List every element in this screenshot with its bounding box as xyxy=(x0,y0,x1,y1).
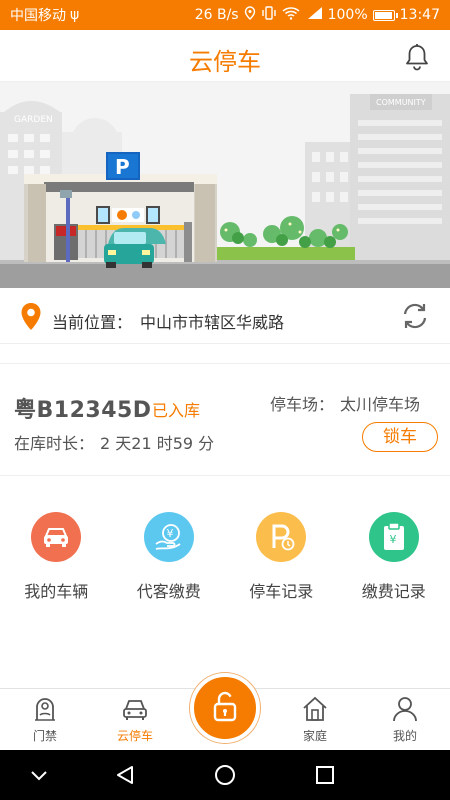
gate-icon xyxy=(31,695,59,723)
location-value: 中山市市辖区华威路 xyxy=(140,313,285,332)
refresh-icon[interactable] xyxy=(400,301,430,331)
feature-label: 停车记录 xyxy=(249,582,314,601)
feature-label: 缴费记录 xyxy=(361,582,426,601)
car-icon xyxy=(121,695,149,723)
system-nav-bar xyxy=(0,750,450,800)
clock: 13:47 xyxy=(399,7,440,23)
app-header: 云停车 xyxy=(0,30,450,82)
carrier-name: 中国移动 xyxy=(10,8,66,24)
usb-icon: ψ xyxy=(70,7,80,23)
svg-text:¥: ¥ xyxy=(166,527,173,540)
lock-car-button[interactable]: 锁车 xyxy=(362,422,438,452)
section-divider xyxy=(0,344,450,364)
parking-banner: GARDEN COMMUNITY P xyxy=(0,82,450,288)
parking-sign-text: P xyxy=(115,155,130,179)
back-icon[interactable] xyxy=(113,763,137,787)
parking-lot-label: 停车场： xyxy=(270,395,335,414)
feature-parking-records[interactable]: 停车记录 xyxy=(225,476,338,616)
duration-label: 在库时长： xyxy=(14,434,95,453)
feature-label: 我的车辆 xyxy=(24,582,89,601)
duration-value: 2 天21 时59 分 xyxy=(100,434,215,453)
car-icon xyxy=(31,512,81,562)
tab-label: 云停车 xyxy=(116,729,153,743)
cell-signal-icon xyxy=(305,6,323,24)
location-pin-icon xyxy=(20,302,42,332)
battery-icon xyxy=(372,9,398,21)
feature-valet-payment[interactable]: ¥ 代客缴费 xyxy=(113,476,226,616)
payment-record-icon: ¥ xyxy=(368,512,419,562)
tab-label: 我的 xyxy=(392,729,417,743)
license-plate: 粤B12345D xyxy=(14,398,152,423)
home-icon xyxy=(301,695,329,723)
home-circle-icon[interactable] xyxy=(213,763,237,787)
location-label: 当前位置： xyxy=(52,313,133,332)
status-bar: 中国移动 ψ 26 B/s 100% 13:47 xyxy=(0,0,450,30)
tab-cloud-parking[interactable]: 云停车 xyxy=(90,689,180,751)
page-title: 云停车 xyxy=(189,48,261,76)
recents-icon[interactable] xyxy=(313,763,337,787)
feature-my-vehicles[interactable]: 我的车辆 xyxy=(0,476,113,616)
tab-label: 门禁 xyxy=(32,729,57,743)
feature-grid: 我的车辆 ¥ 代客缴费 停车记录 ¥ 缴费记录 xyxy=(0,476,450,616)
tab-access-control[interactable]: 门禁 xyxy=(0,689,90,751)
tab-home[interactable]: 家庭 xyxy=(270,689,360,751)
unlock-icon xyxy=(210,690,240,726)
yuan-hand-icon: ¥ xyxy=(143,512,194,562)
tab-mine[interactable]: 我的 xyxy=(360,689,450,751)
location-status-icon xyxy=(244,6,256,24)
garden-text: GARDEN xyxy=(14,115,53,125)
community-text: COMMUNITY xyxy=(376,98,426,107)
parking-status-badge: 已入库 xyxy=(152,401,201,420)
vibrate-icon xyxy=(261,6,277,24)
unlock-fab-button[interactable] xyxy=(190,673,260,743)
bell-icon[interactable] xyxy=(404,43,430,71)
person-icon xyxy=(391,695,419,723)
svg-text:¥: ¥ xyxy=(389,533,396,546)
hide-keyboard-icon[interactable] xyxy=(27,763,51,787)
net-speed: 26 B/s xyxy=(194,7,239,23)
feature-label: 代客缴费 xyxy=(136,582,201,601)
car-status-card: 粤B12345D 已入库 停车场： 太川停车场 在库时长： 2 天21 时59 … xyxy=(0,364,450,476)
tab-label: 家庭 xyxy=(302,729,327,743)
parking-record-icon xyxy=(256,512,306,562)
banner-illustration: GARDEN COMMUNITY P xyxy=(0,82,450,288)
feature-payment-records[interactable]: ¥ 缴费记录 xyxy=(338,476,450,616)
wifi-icon xyxy=(282,6,300,24)
battery-percent: 100% xyxy=(327,7,368,23)
parking-lot-value: 太川停车场 xyxy=(340,395,421,414)
current-location-row: 当前位置： 中山市市辖区华威路 xyxy=(0,288,450,344)
